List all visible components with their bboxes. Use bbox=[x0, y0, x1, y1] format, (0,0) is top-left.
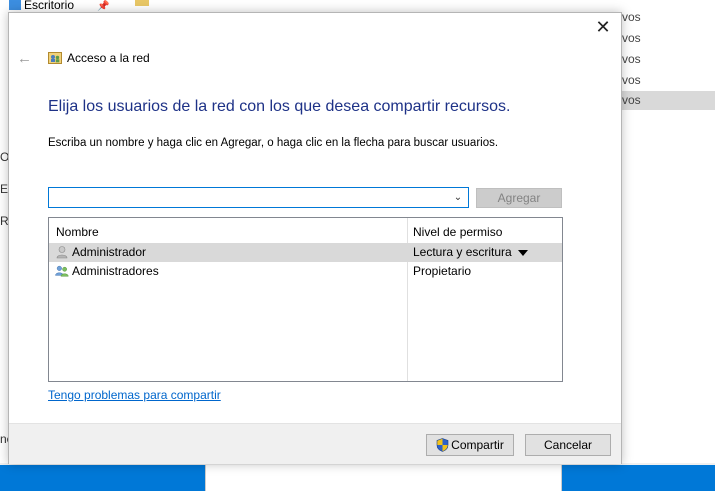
share-label: Compartir bbox=[451, 438, 504, 452]
user-icon bbox=[56, 246, 68, 259]
background-panel bbox=[205, 465, 562, 491]
list-item[interactable]: Administrador Lectura y escritura bbox=[49, 243, 562, 262]
dialog-title: Acceso a la red bbox=[67, 51, 150, 65]
cancel-button[interactable]: Cancelar bbox=[525, 434, 611, 456]
close-icon: ✕ bbox=[595, 17, 611, 37]
background-list-item: vos bbox=[622, 10, 641, 24]
background-list-item: vos bbox=[622, 31, 641, 45]
page-heading: Elija los usuarios de la red con los que… bbox=[48, 98, 511, 115]
close-button[interactable]: ✕ bbox=[591, 17, 615, 39]
users-list: Nombre Nivel de permiso Administrador Le… bbox=[48, 217, 563, 382]
background-list-item: vos bbox=[622, 73, 641, 87]
column-header-permission[interactable]: Nivel de permiso bbox=[413, 225, 502, 239]
instruction-text: Escriba un nombre y haga clic en Agregar… bbox=[48, 137, 499, 149]
user-name-combobox[interactable]: ⌄ bbox=[48, 187, 469, 208]
background-panel bbox=[0, 465, 205, 491]
dropdown-arrow-icon[interactable] bbox=[517, 249, 528, 256]
background-list-item: vos bbox=[620, 91, 715, 110]
permission-level: Propietario bbox=[413, 264, 472, 278]
column-header-name[interactable]: Nombre bbox=[56, 225, 99, 239]
share-button[interactable]: Compartir bbox=[426, 434, 514, 456]
user-name-input[interactable] bbox=[49, 188, 444, 207]
network-access-dialog: ✕ ← Acceso a la red Elija los usuarios d… bbox=[8, 12, 622, 464]
back-button[interactable]: ← bbox=[17, 50, 32, 67]
desktop-icon bbox=[9, 0, 21, 10]
chevron-down-icon[interactable]: ⌄ bbox=[450, 189, 466, 206]
permission-level: Lectura y escritura bbox=[413, 245, 512, 259]
list-item[interactable]: Administradores Propietario bbox=[49, 262, 562, 281]
add-button[interactable]: Agregar bbox=[476, 188, 562, 208]
background-sidebar-item: Escritorio bbox=[9, 0, 74, 12]
background-list-item: vos bbox=[622, 52, 641, 66]
back-arrow-icon: ← bbox=[17, 50, 32, 67]
network-sharing-icon bbox=[48, 52, 62, 64]
permission-dropdown[interactable]: Lectura y escritura bbox=[413, 245, 528, 259]
group-name: Administradores bbox=[72, 264, 159, 278]
background-panel bbox=[562, 465, 715, 491]
sidebar-label: Escritorio bbox=[24, 0, 75, 12]
pin-icon: 📌 bbox=[97, 1, 110, 12]
user-name: Administrador bbox=[72, 245, 147, 259]
users-group-icon bbox=[55, 265, 69, 277]
folder-icon bbox=[135, 0, 149, 6]
list-header: Nombre Nivel de permiso bbox=[49, 218, 562, 242]
dialog-footer: Compartir Cancelar bbox=[9, 423, 621, 464]
uac-shield-icon bbox=[436, 438, 449, 452]
sharing-help-link[interactable]: Tengo problemas para compartir bbox=[48, 388, 221, 402]
